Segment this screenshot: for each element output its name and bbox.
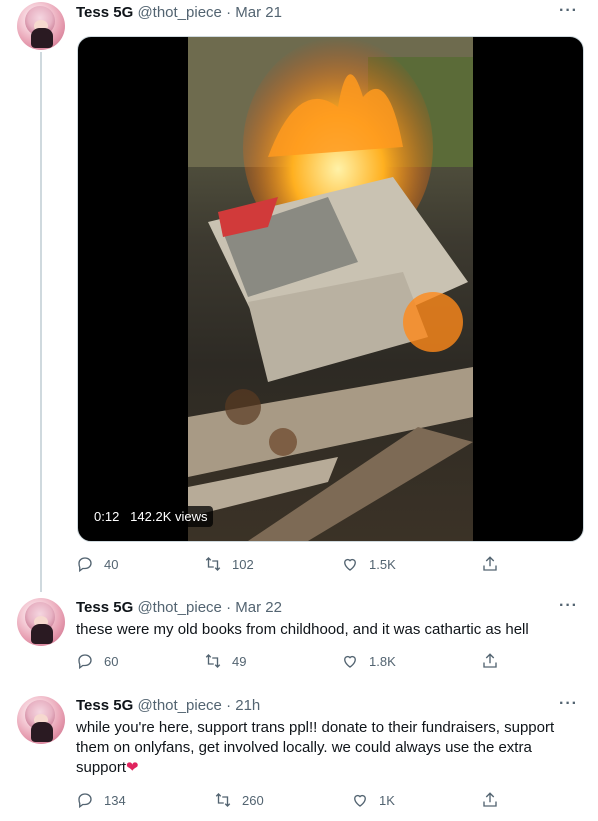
avatar[interactable] <box>17 696 65 744</box>
reply-icon <box>78 654 92 670</box>
tweet-header: Tess 5G @thot_piece · 21h <box>76 697 260 714</box>
avatar[interactable] <box>17 598 65 646</box>
share-button[interactable] <box>481 652 499 670</box>
handle[interactable]: @thot_piece <box>137 599 221 616</box>
like-count: 1.8K <box>369 653 396 669</box>
reply-icon <box>78 557 92 573</box>
share-button[interactable] <box>481 555 499 573</box>
retweet-icon <box>205 654 221 668</box>
share-icon <box>483 556 497 571</box>
more-options-button[interactable]: ··· <box>559 695 578 713</box>
retweet-button[interactable]: 260 <box>214 791 264 809</box>
reply-button[interactable]: 134 <box>76 791 126 809</box>
avatar[interactable] <box>17 2 65 50</box>
separator: · <box>226 697 232 714</box>
handle[interactable]: @thot_piece <box>137 4 221 21</box>
video-player[interactable]: 0:12 142.2K views <box>77 36 584 542</box>
display-name[interactable]: Tess 5G <box>76 697 133 714</box>
action-bar: 60 49 1.8K <box>76 652 506 672</box>
like-count: 1K <box>379 792 395 808</box>
reply-button[interactable]: 60 <box>76 652 118 670</box>
video-stats-badge: 0:12 142.2K views <box>88 506 214 527</box>
video-thumbnail <box>188 37 473 541</box>
heart-emoji: ❤ <box>126 759 139 776</box>
retweet-icon <box>205 557 221 571</box>
handle[interactable]: @thot_piece <box>137 697 221 714</box>
timestamp[interactable]: Mar 21 <box>235 4 282 21</box>
separator: · <box>226 599 232 616</box>
display-name[interactable]: Tess 5G <box>76 599 133 616</box>
like-button[interactable]: 1K <box>351 791 395 809</box>
reply-count: 60 <box>104 653 119 669</box>
like-button[interactable]: 1.8K <box>341 652 396 670</box>
retweet-button[interactable]: 102 <box>204 555 254 573</box>
share-icon <box>483 792 497 807</box>
reply-icon <box>78 793 92 809</box>
timestamp[interactable]: 21h <box>235 697 260 714</box>
view-count: 142.2K views <box>130 509 208 524</box>
video-duration: 0:12 <box>94 509 120 524</box>
share-icon <box>483 653 497 668</box>
more-options-button[interactable]: ··· <box>559 2 578 20</box>
reply-button[interactable]: 40 <box>76 555 118 573</box>
tweet-header: Tess 5G @thot_piece · Mar 21 <box>76 4 282 21</box>
like-icon <box>354 794 366 807</box>
tweet-text: these were my old books from childhood, … <box>76 621 529 638</box>
retweet-icon <box>215 793 231 807</box>
retweet-count: 260 <box>242 792 264 808</box>
display-name[interactable]: Tess 5G <box>76 4 133 21</box>
like-icon <box>344 558 356 571</box>
action-bar: 40 102 1.5K <box>76 555 506 575</box>
tweet-text-body: while you're here, support trans ppl!! d… <box>76 719 555 776</box>
tweet-text: while you're here, support trans ppl!! d… <box>76 718 576 778</box>
reply-count: 134 <box>104 792 126 808</box>
tweet-header: Tess 5G @thot_piece · Mar 22 <box>76 599 282 616</box>
like-button[interactable]: 1.5K <box>341 555 396 573</box>
reply-count: 40 <box>104 556 119 572</box>
timestamp[interactable]: Mar 22 <box>235 599 282 616</box>
retweet-count: 49 <box>232 653 247 669</box>
more-options-button[interactable]: ··· <box>559 597 578 615</box>
action-bar: 134 260 1K <box>76 791 506 811</box>
retweet-count: 102 <box>232 556 254 572</box>
retweet-button[interactable]: 49 <box>204 652 246 670</box>
share-button[interactable] <box>481 791 499 809</box>
like-icon <box>344 655 356 668</box>
like-count: 1.5K <box>369 556 396 572</box>
separator: · <box>226 4 232 21</box>
burning-books-image <box>188 37 473 541</box>
thread-line <box>40 52 42 592</box>
